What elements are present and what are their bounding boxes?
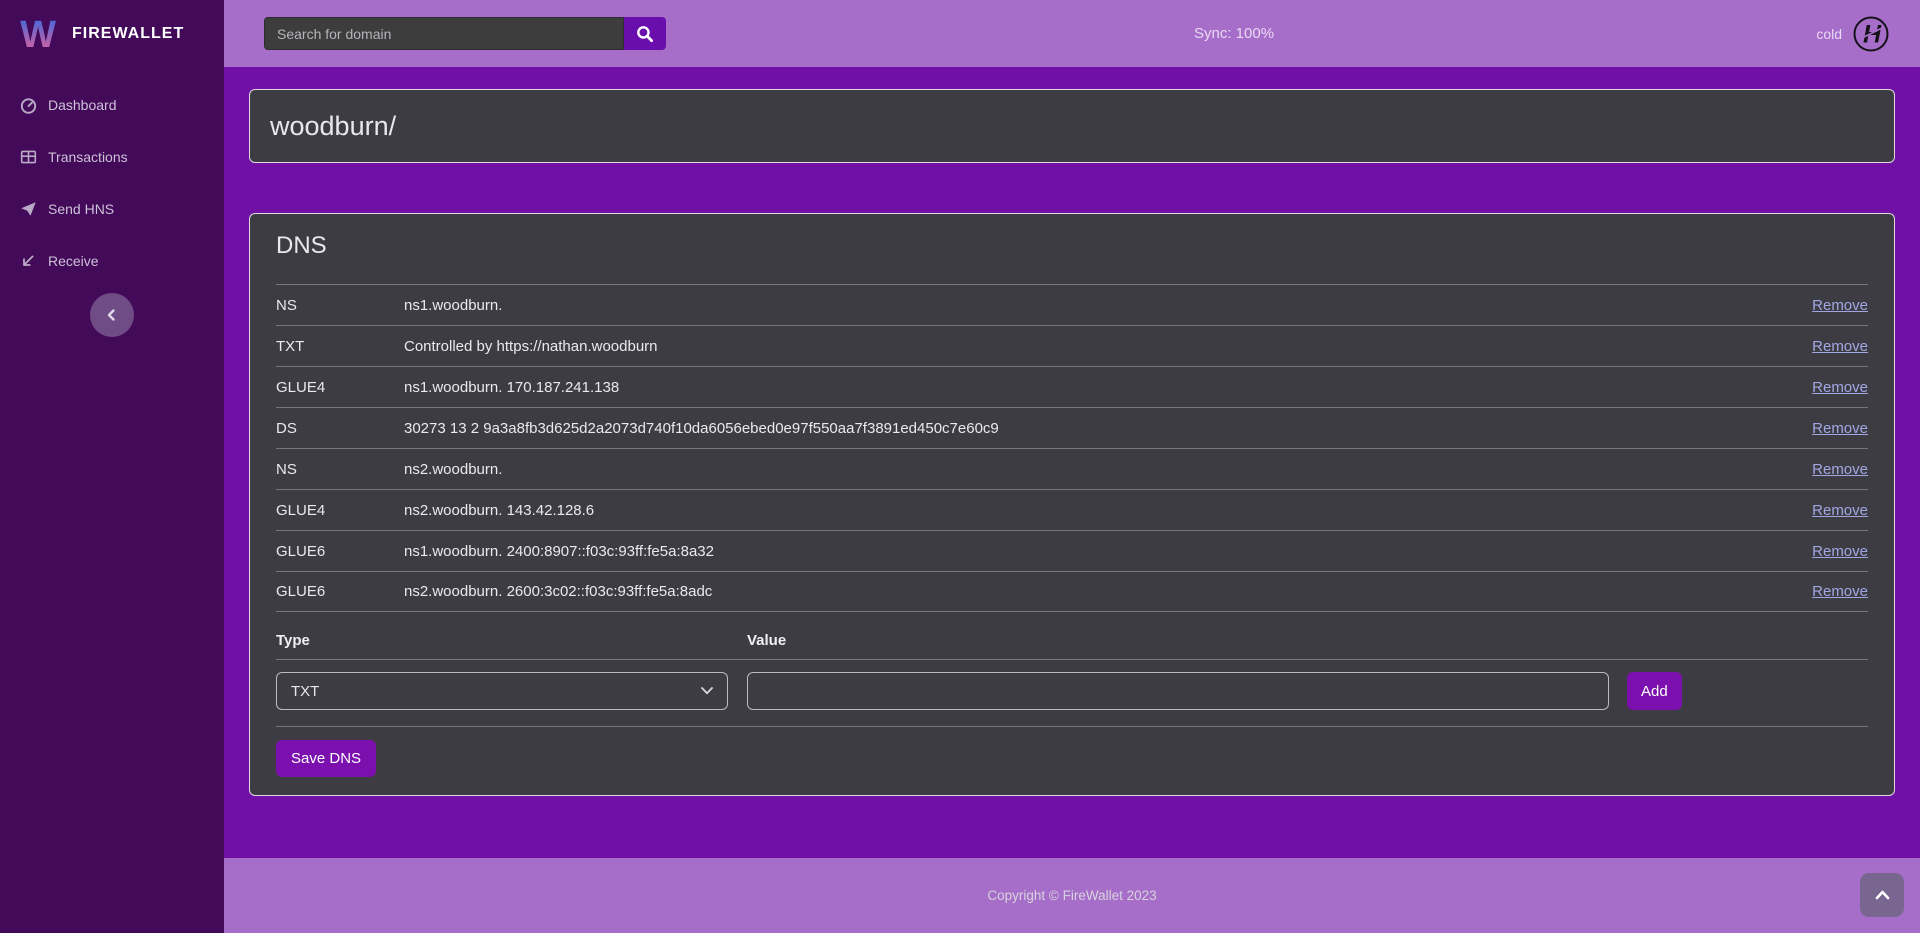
sidebar-item-label: Receive (48, 253, 99, 269)
app-window: W FIREWALLET Dashboard (0, 0, 1920, 933)
paper-plane-icon (18, 201, 38, 217)
remove-record-link[interactable]: Remove (1812, 420, 1868, 437)
remove-record-link[interactable]: Remove (1812, 338, 1868, 355)
scroll-to-top-button[interactable] (1860, 873, 1904, 917)
sidebar-item-receive[interactable]: Receive (0, 235, 224, 287)
table-row: TXT Controlled by https://nathan.woodbur… (276, 325, 1868, 366)
main-content: woodburn/ DNS NS ns1.woodburn. Remove TX… (224, 67, 1920, 858)
record-value: ns1.woodburn. 2400:8907::f03c:93ff:fe5a:… (404, 543, 1768, 560)
value-column-header: Value (747, 632, 786, 649)
search-icon (636, 25, 654, 43)
add-record-header: Type Value (276, 632, 1868, 660)
sidebar-item-transactions[interactable]: Transactions (0, 131, 224, 183)
dns-records-table: NS ns1.woodburn. Remove TXT Controlled b… (276, 284, 1868, 612)
search-input[interactable] (264, 17, 624, 50)
record-value: ns1.woodburn. (404, 297, 1768, 314)
sidebar-item-label: Send HNS (48, 201, 114, 217)
sidebar-collapse-button[interactable] (90, 293, 134, 337)
table-row: NS ns2.woodburn. Remove (276, 448, 1868, 489)
domain-search (264, 17, 666, 50)
tachometer-icon (18, 97, 38, 113)
table-row: NS ns1.woodburn. Remove (276, 284, 1868, 325)
record-value: 30273 13 2 9a3a8fb3d625d2a2073d740f10da6… (404, 420, 1768, 437)
remove-record-link[interactable]: Remove (1812, 461, 1868, 478)
domain-card: woodburn/ (249, 89, 1895, 163)
chevron-up-icon (1875, 890, 1890, 900)
record-type: NS (276, 461, 404, 478)
copyright-text: Copyright © FireWallet 2023 (987, 888, 1156, 903)
add-record-button[interactable]: Add (1627, 672, 1682, 710)
topbar: Sync: 100% cold H (224, 0, 1920, 67)
brand-name: FIREWALLET (72, 25, 184, 43)
sidebar-nav: Dashboard Transactions S (0, 67, 224, 287)
remove-record-link[interactable]: Remove (1812, 583, 1868, 600)
search-button[interactable] (624, 17, 666, 50)
footer: Copyright © FireWallet 2023 (224, 858, 1920, 933)
table-row: GLUE6 ns1.woodburn. 2400:8907::f03c:93ff… (276, 530, 1868, 571)
sidebar-item-send-hns[interactable]: Send HNS (0, 183, 224, 235)
remove-record-link[interactable]: Remove (1812, 543, 1868, 560)
table-row: GLUE6 ns2.woodburn. 2600:3c02::f03c:93ff… (276, 571, 1868, 612)
record-type: GLUE6 (276, 543, 404, 560)
remove-record-link[interactable]: Remove (1812, 502, 1868, 519)
sync-status: Sync: 100% (1194, 0, 1274, 67)
chevron-down-icon (701, 687, 713, 695)
chevron-left-icon (105, 308, 119, 322)
record-type: GLUE4 (276, 502, 404, 519)
sidebar-item-dashboard[interactable]: Dashboard (0, 79, 224, 131)
record-type-select[interactable]: TXT (276, 672, 728, 710)
table-row: DS 30273 13 2 9a3a8fb3d625d2a2073d740f10… (276, 407, 1868, 448)
record-type: GLUE4 (276, 379, 404, 396)
svg-text:H: H (1863, 20, 1882, 48)
add-record-form: TXT Add (276, 660, 1868, 727)
dns-section-title: DNS (276, 232, 1868, 260)
table-row: GLUE4 ns2.woodburn. 143.42.128.6 Remove (276, 489, 1868, 530)
type-column-header: Type (276, 632, 747, 649)
sidebar-item-label: Dashboard (48, 97, 117, 113)
remove-record-link[interactable]: Remove (1812, 297, 1868, 314)
svg-text:W: W (20, 14, 56, 56)
record-type: DS (276, 420, 404, 437)
record-value-input[interactable] (747, 672, 1609, 710)
table-row: GLUE4 ns1.woodburn. 170.187.241.138 Remo… (276, 366, 1868, 407)
record-type: NS (276, 297, 404, 314)
page-title: woodburn/ (270, 111, 396, 142)
dns-card: DNS NS ns1.woodburn. Remove TXT Controll… (249, 213, 1895, 796)
record-value: ns2.woodburn. 2600:3c02::f03c:93ff:fe5a:… (404, 583, 1768, 600)
record-type: TXT (276, 338, 404, 355)
record-value: ns2.woodburn. 143.42.128.6 (404, 502, 1768, 519)
selected-type: TXT (291, 683, 319, 700)
brand-home-link[interactable]: W FIREWALLET (0, 0, 224, 67)
save-dns-button[interactable]: Save DNS (276, 740, 376, 777)
wallet-area: cold H (1816, 0, 1890, 67)
arrow-down-left-icon (18, 253, 38, 269)
record-type: GLUE6 (276, 583, 404, 600)
record-value: ns1.woodburn. 170.187.241.138 (404, 379, 1768, 396)
wallet-name: cold (1816, 26, 1842, 42)
record-value: Controlled by https://nathan.woodburn (404, 338, 1768, 355)
remove-record-link[interactable]: Remove (1812, 379, 1868, 396)
firewallet-logo-icon: W (16, 12, 60, 56)
sidebar: W FIREWALLET Dashboard (0, 0, 224, 933)
sidebar-item-label: Transactions (48, 149, 128, 165)
handshake-hns-icon[interactable]: H (1852, 15, 1890, 53)
table-icon (18, 149, 38, 165)
record-value: ns2.woodburn. (404, 461, 1768, 478)
